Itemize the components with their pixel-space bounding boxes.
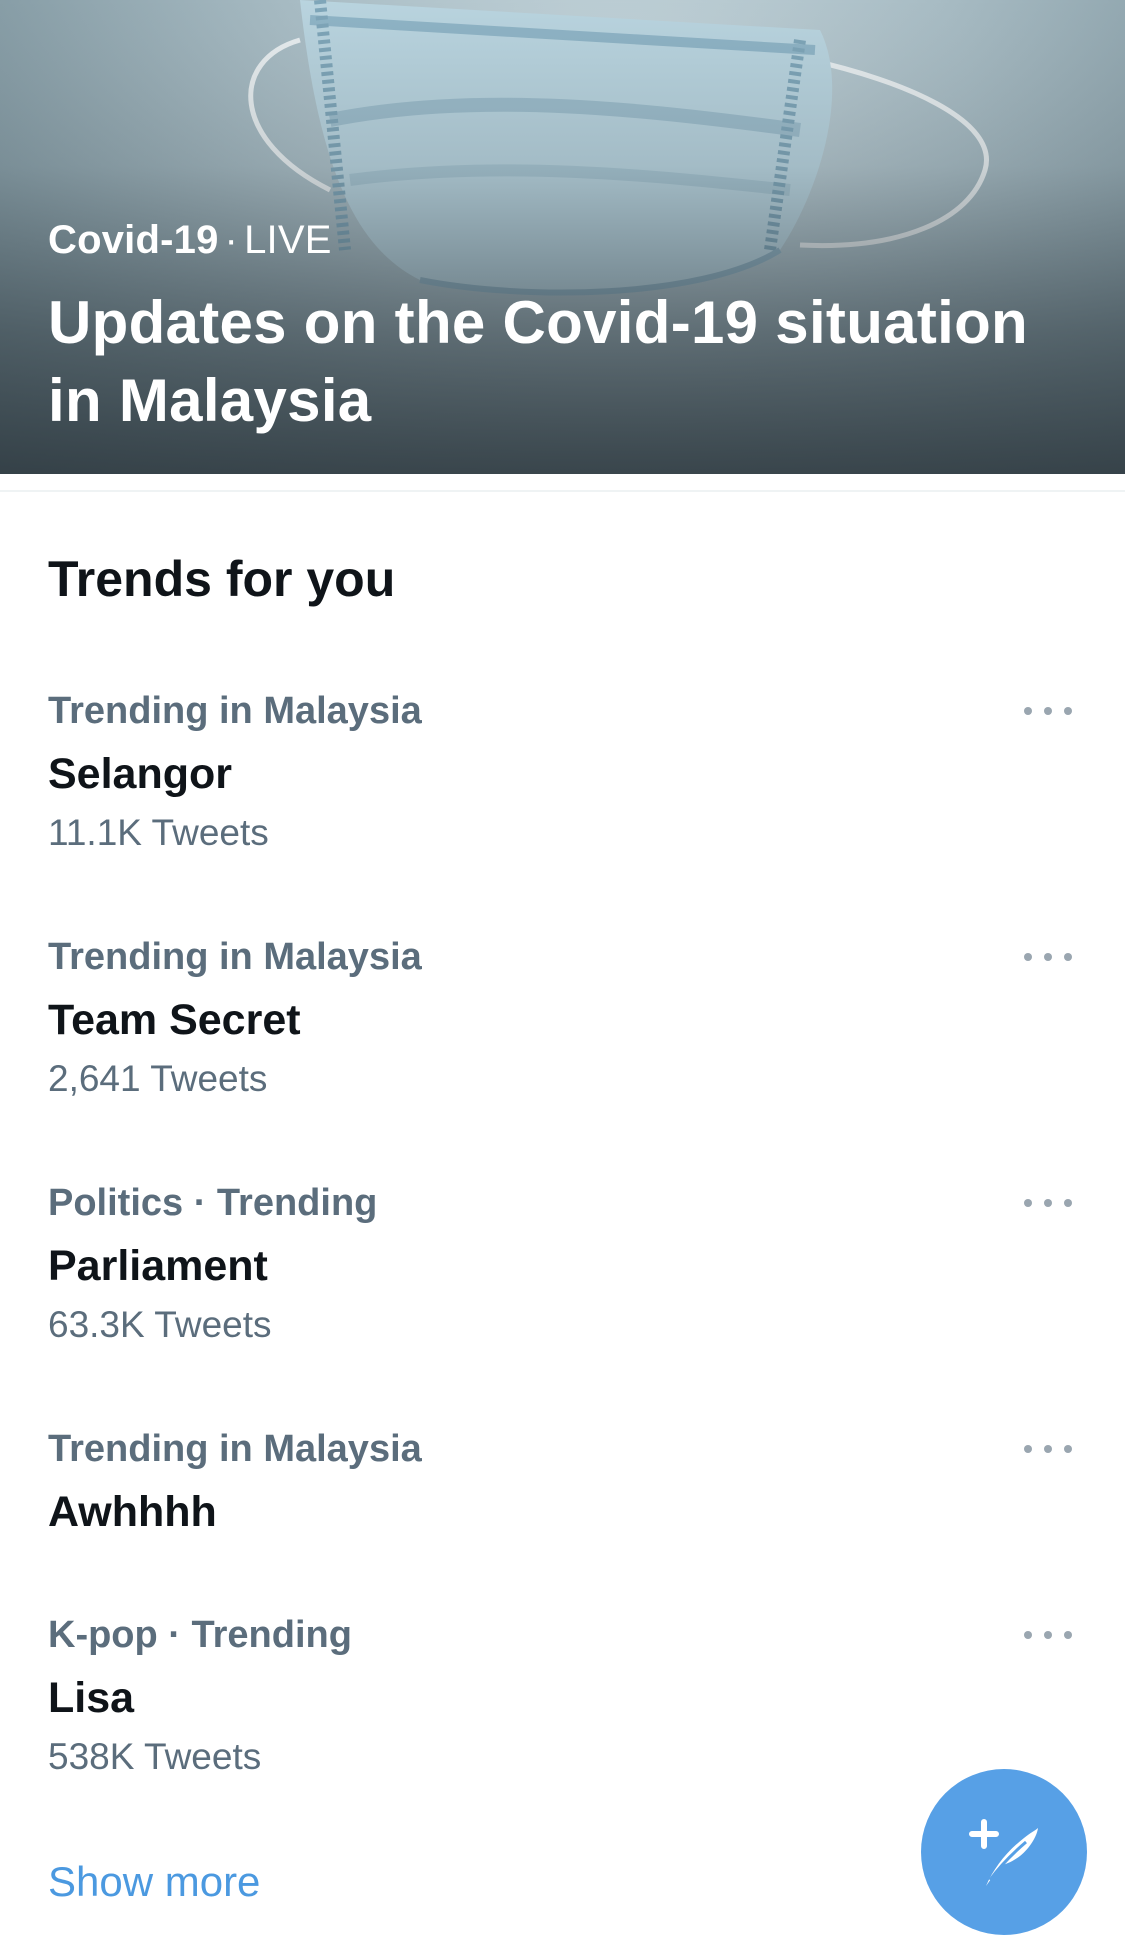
trend-name: Awhhhh [48, 1488, 217, 1536]
trend-context: K-pop · Trending [48, 1614, 352, 1656]
compose-tweet-button[interactable] [921, 1769, 1087, 1935]
trend-tweet-count: 11.1K Tweets [48, 812, 269, 853]
hero-separator: · [224, 218, 239, 262]
more-horizontal-icon[interactable] [1024, 1434, 1072, 1464]
trend-name: Selangor [48, 750, 232, 798]
hero-title: Updates on the Covid-19 situation in Mal… [48, 289, 1028, 434]
trend-tweet-count: 63.3K Tweets [48, 1304, 272, 1345]
trend-name: Team Secret [48, 996, 301, 1044]
trend-context: Trending in Malaysia [48, 1428, 422, 1470]
hero-topic-line: Covid-19 · LIVE [48, 218, 332, 263]
trend-tweet-count: 538K Tweets [48, 1736, 262, 1777]
hero-topic: Covid-19 [48, 218, 219, 262]
trend-name: Parliament [48, 1242, 268, 1290]
more-horizontal-icon[interactable] [1024, 942, 1072, 972]
event-hero-banner[interactable]: Covid-19 · LIVE Updates on the Covid-19 si… [0, 0, 1125, 474]
trend-tweet-count: 2,641 Tweets [48, 1058, 268, 1099]
compose-tweet-icon [969, 1819, 1038, 1886]
trend-context: Politics · Trending [48, 1182, 378, 1224]
hero-live-status: LIVE [244, 218, 332, 262]
trends-section-title: Trends for you [48, 551, 396, 607]
section-divider [0, 490, 1125, 492]
trend-name: Lisa [48, 1674, 135, 1722]
more-horizontal-icon[interactable] [1024, 1188, 1072, 1218]
trend-context: Trending in Malaysia [48, 690, 422, 732]
more-horizontal-icon[interactable] [1024, 1620, 1072, 1650]
more-horizontal-icon[interactable] [1024, 696, 1072, 726]
trend-context: Trending in Malaysia [48, 936, 422, 978]
show-more-link[interactable]: Show more [48, 1858, 260, 1906]
